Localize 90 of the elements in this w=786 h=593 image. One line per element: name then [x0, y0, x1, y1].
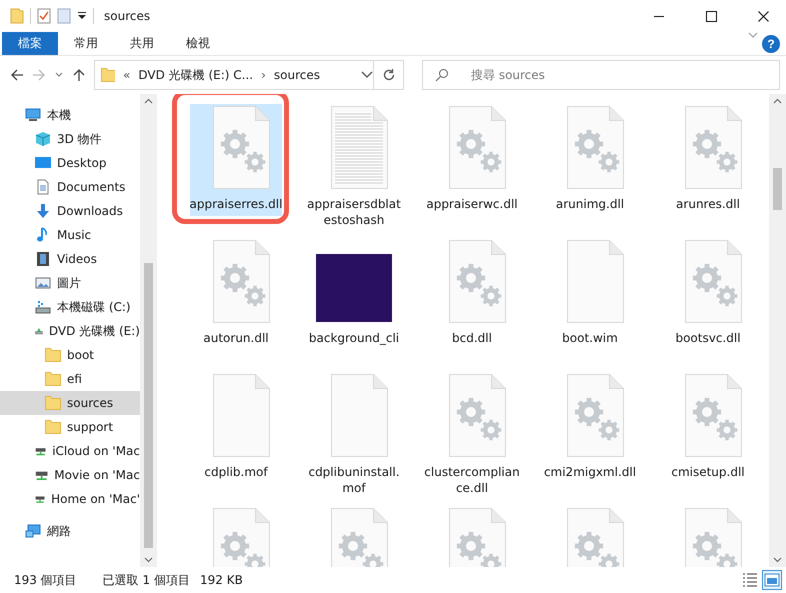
tree-item-label: sources [67, 396, 114, 410]
dropdown-icon[interactable] [361, 71, 373, 79]
tree-item[interactable]: support [0, 415, 140, 439]
breadcrumb[interactable]: sources [274, 68, 320, 82]
tree-item-label: Movie on 'Mac [54, 468, 140, 482]
tree-item-label: efi [67, 372, 82, 386]
tree-item[interactable]: sources [0, 391, 140, 415]
tree-item-label: Downloads [57, 204, 123, 218]
close-icon [758, 10, 768, 22]
folder-icon [45, 419, 61, 435]
scroll-up-icon[interactable] [144, 98, 153, 104]
tree-item[interactable]: efi [0, 367, 140, 391]
tree-item[interactable]: Home on 'Mac' [0, 487, 140, 511]
search-field[interactable]: 搜尋 sources [422, 60, 780, 90]
tree-item-label: Home on 'Mac' [51, 492, 140, 506]
tree-item[interactable]: Desktop [0, 151, 140, 175]
tree-item[interactable]: 本機磁碟 (C:) [0, 295, 140, 319]
tree-item-label: Desktop [57, 156, 106, 170]
tree-item[interactable]: Downloads [0, 199, 140, 223]
scroll-up-icon[interactable] [773, 98, 782, 104]
ribbon-tab[interactable]: 常用 [58, 32, 114, 55]
breadcrumb[interactable]: DVD 光碟機 (E:) C... [138, 66, 254, 84]
file-item[interactable]: appraiserres.dll [190, 104, 282, 216]
address-bar[interactable]: « DVD 光碟機 (E:) C... › sources [94, 60, 404, 90]
maximize-icon [706, 10, 716, 22]
refresh-icon [382, 68, 396, 82]
scrollbar[interactable] [140, 94, 157, 567]
tree-item-label: DVD 光碟機 (E:) [48, 322, 140, 340]
tree-item-label: Music [57, 228, 92, 242]
help-button[interactable]: ? [762, 35, 780, 53]
cube-icon [35, 131, 51, 147]
image-thumbnail[interactable] [316, 254, 392, 322]
tree-item[interactable]: Music [0, 223, 140, 247]
ribbon-tab[interactable]: 檔案 [2, 32, 58, 55]
ribbon-tab[interactable]: 檢視 [170, 32, 226, 55]
forward-icon [32, 68, 46, 82]
tree-item-label: Documents [57, 180, 126, 194]
tree-item-label: 本機磁碟 (C:) [57, 298, 131, 316]
tree-item[interactable]: 圖片 [0, 271, 140, 295]
scrollbar[interactable] [769, 94, 786, 567]
back-icon [10, 68, 24, 82]
selection-count: 已選取 1 個項目 [102, 572, 190, 588]
tree-item-label: boot [67, 348, 94, 362]
search-icon [435, 68, 449, 82]
checklist-icon[interactable] [37, 8, 51, 24]
selection-size: 192 KB [200, 573, 243, 587]
network-icon [25, 523, 41, 539]
folder-icon [45, 347, 61, 363]
tree-item-label: support [67, 420, 114, 434]
scroll-thumb[interactable] [773, 168, 782, 210]
overflow-chevron[interactable]: « [123, 68, 130, 82]
up-icon [72, 68, 86, 82]
document-icon [35, 179, 51, 195]
expand-icon[interactable] [748, 32, 758, 38]
breadcrumb-separator[interactable]: › [261, 68, 266, 82]
tree-item[interactable]: Documents [0, 175, 140, 199]
tree-item-label: iCloud on 'Mac [52, 444, 140, 458]
document-icon[interactable] [57, 8, 71, 24]
tree-item[interactable]: DVD 光碟機 (E:) [0, 319, 140, 343]
large-icons-view-icon [764, 572, 780, 588]
monitor-icon [35, 155, 51, 171]
tree-item[interactable]: 本機 [0, 103, 140, 127]
tree-item[interactable]: 網路 [0, 519, 140, 543]
scroll-down-icon[interactable] [773, 557, 782, 563]
tree-item[interactable]: iCloud on 'Mac [0, 439, 140, 463]
tree-item-label: 本機 [47, 106, 71, 124]
computer-icon [25, 107, 41, 123]
folder-icon [101, 67, 115, 83]
download-arrow-icon [35, 203, 51, 219]
film-icon [35, 251, 51, 267]
folder-icon [45, 371, 61, 387]
ribbon-tab[interactable]: 共用 [114, 32, 170, 55]
tree-item-label: 圖片 [57, 274, 81, 292]
scroll-thumb[interactable] [144, 263, 153, 548]
tree-item[interactable]: Videos [0, 247, 140, 271]
details-view-icon [742, 572, 758, 588]
drive-icon [35, 299, 51, 315]
tree-item-label: 3D 物件 [57, 130, 102, 148]
picture-icon [35, 275, 51, 291]
tree-item-label: Videos [57, 252, 97, 266]
folder-icon[interactable] [10, 8, 24, 24]
tree-item-label: 網路 [47, 522, 71, 540]
tree-item[interactable]: boot [0, 343, 140, 367]
item-count: 193 個項目 [14, 572, 77, 588]
tree-item[interactable]: 3D 物件 [0, 127, 140, 151]
window-title: sources [104, 9, 150, 23]
tree-item[interactable]: Movie on 'Mac [0, 463, 140, 487]
dropdown-icon[interactable] [77, 12, 87, 20]
scroll-down-icon[interactable] [144, 557, 153, 563]
folder-icon [45, 395, 61, 411]
